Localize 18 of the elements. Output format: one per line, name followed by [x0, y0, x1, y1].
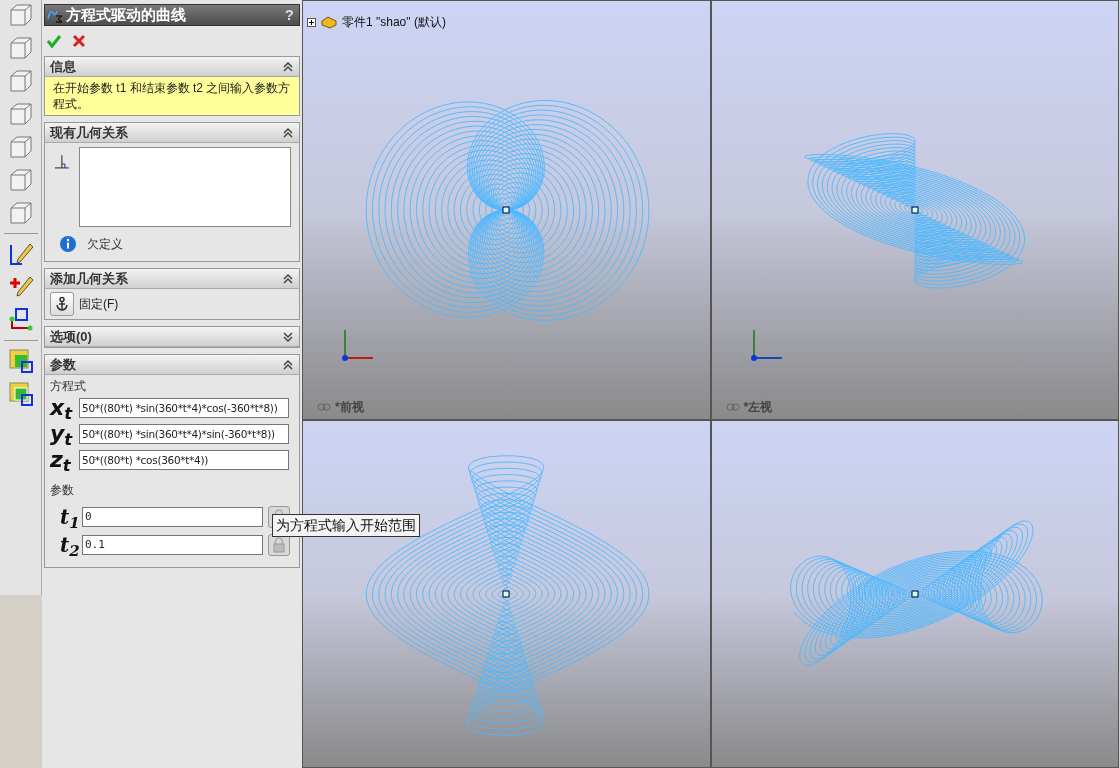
view-label: *左视 — [743, 399, 773, 416]
tooltip: 为方程式输入开始范围 — [272, 514, 420, 537]
view-label: *前视 — [335, 399, 364, 416]
parameter-symbol: t$_{1}$ — [60, 507, 81, 527]
section-title: 添加几何关系 — [50, 269, 128, 288]
panel-title: 方程式驱动的曲线 — [66, 4, 186, 25]
section-title: 参数 — [50, 355, 76, 374]
variable-label: x$_{t}$ — [50, 397, 74, 419]
parameter-symbol: t$_{2}$ — [60, 535, 81, 555]
section-title: 选项(0) — [50, 327, 92, 346]
parameter-label: 参数 — [50, 482, 75, 499]
section-title: 信息 — [50, 57, 76, 76]
section-title: 现有几何关系 — [50, 123, 128, 142]
variable-label: y$_{t}$ — [50, 423, 74, 445]
info-message: 在开始参数 t1 和结束参数 t2 之间输入参数方程式。 — [45, 77, 299, 115]
variable-label: z$_{t}$ — [50, 449, 72, 471]
status-text: 欠定义 — [87, 236, 123, 253]
equation-label: 方程式 — [50, 378, 87, 395]
